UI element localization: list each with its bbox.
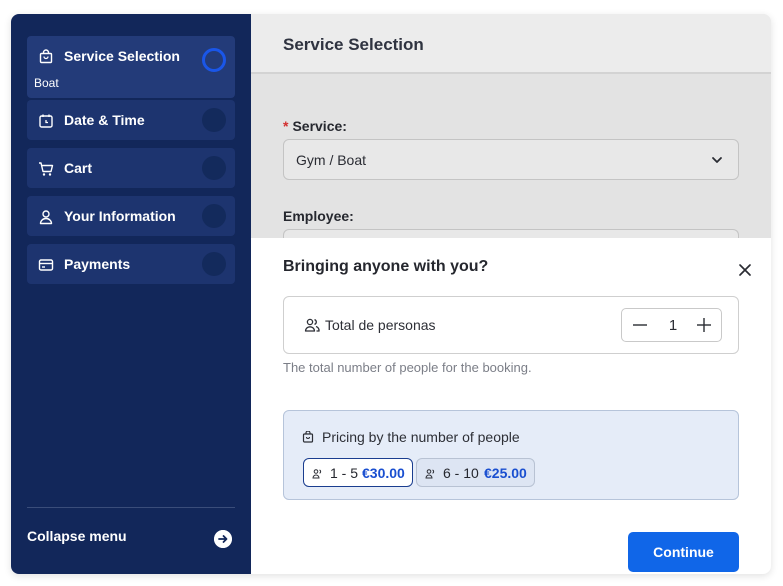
tag-icon — [302, 431, 314, 443]
service-select[interactable]: Gym / Boat — [283, 139, 739, 180]
arrow-right-circle-icon[interactable] — [214, 530, 232, 548]
modal-title: Bringing anyone with you? — [283, 258, 489, 275]
tier-price: €30.00 — [362, 465, 405, 481]
users-icon — [304, 318, 320, 332]
step-cart[interactable]: Cart — [27, 148, 235, 188]
calendar-clock-icon — [39, 114, 53, 128]
step-payments[interactable]: Payments — [27, 244, 235, 284]
pricing-tier-1-5[interactable]: 1 - 5 €30.00 — [303, 458, 413, 487]
continue-button[interactable]: Continue — [628, 532, 739, 572]
tier-range: 1 - 5 — [330, 465, 359, 481]
plus-icon[interactable] — [696, 317, 712, 333]
sidebar: Service Selection Boat Date & Time Cart — [11, 14, 251, 574]
close-icon[interactable] — [738, 263, 752, 277]
collapse-menu-label[interactable]: Collapse menu — [27, 528, 127, 544]
step-date-time[interactable]: Date & Time — [27, 100, 235, 140]
required-mark: * — [283, 118, 289, 134]
step-sublabel: Boat — [34, 76, 59, 90]
step-label: Service Selection — [64, 48, 180, 64]
people-count-label: Total de personas — [325, 317, 436, 333]
step-status-indicator — [202, 204, 226, 228]
people-count-box: Total de personas 1 — [283, 296, 739, 354]
people-quantity-value[interactable]: 1 — [666, 317, 680, 334]
step-label: Cart — [64, 160, 93, 176]
tier-price: €25.00 — [484, 465, 527, 481]
page-title: Service Selection — [283, 35, 424, 54]
cart-icon — [39, 162, 54, 176]
employee-label: Employee: — [283, 208, 354, 224]
pricing-tier-6-10[interactable]: 6 - 10 €25.00 — [416, 458, 535, 487]
service-label-text: Service: — [292, 118, 347, 134]
chevron-down-icon — [712, 157, 722, 163]
pricing-title: Pricing by the number of people — [322, 429, 520, 445]
tier-range: 6 - 10 — [443, 465, 479, 481]
sidebar-divider — [27, 507, 235, 508]
step-label: Date & Time — [64, 112, 145, 128]
step-status-indicator — [202, 108, 226, 132]
minus-icon[interactable] — [632, 317, 648, 333]
step-label: Payments — [64, 256, 131, 272]
people-quantity-stepper: 1 — [621, 308, 722, 342]
shopping-bag-icon — [39, 49, 53, 64]
users-icon — [425, 469, 435, 479]
step-status-indicator — [202, 156, 226, 180]
user-icon — [39, 210, 53, 225]
credit-card-icon — [38, 259, 54, 271]
step-label: Your Information — [64, 208, 176, 224]
step-status-indicator — [202, 48, 226, 72]
pricing-panel: Pricing by the number of people 1 - 5 €3… — [283, 410, 739, 500]
step-service-selection[interactable]: Service Selection Boat — [27, 36, 235, 98]
main-header: Service Selection — [251, 14, 771, 74]
service-label: * Service: — [283, 118, 347, 134]
step-status-indicator — [202, 252, 226, 276]
service-select-value: Gym / Boat — [296, 152, 367, 168]
booking-app: Service Selection Boat Date & Time Cart — [11, 14, 771, 574]
people-helper-text: The total number of people for the booki… — [283, 360, 532, 375]
users-icon — [312, 469, 322, 479]
step-your-information[interactable]: Your Information — [27, 196, 235, 236]
people-modal: Bringing anyone with you? Total de perso… — [251, 238, 771, 574]
